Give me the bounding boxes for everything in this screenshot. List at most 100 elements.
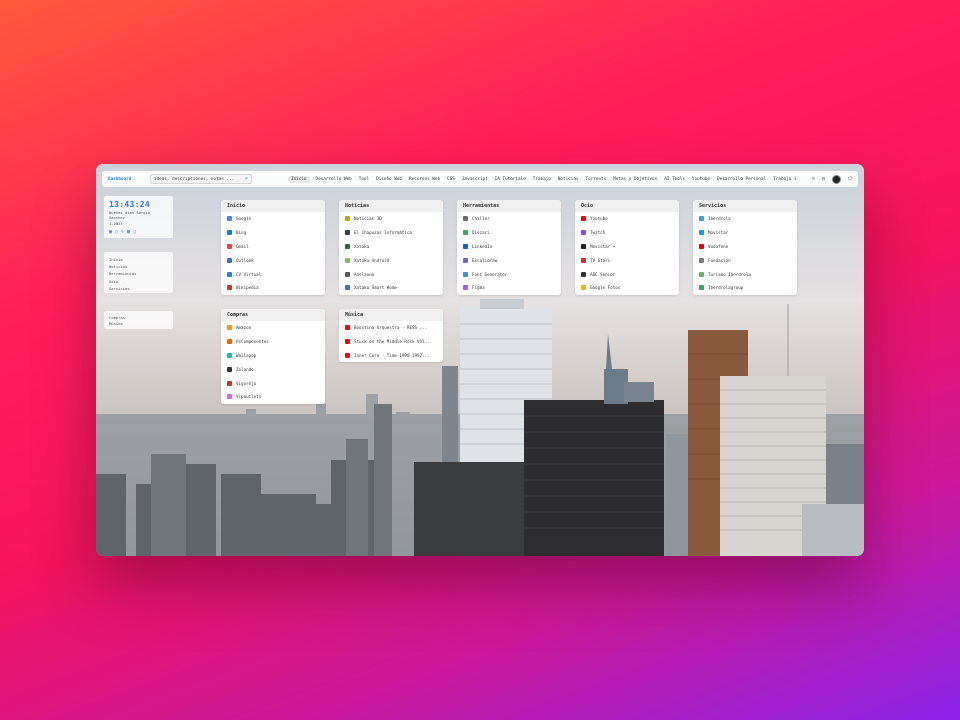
card-title: Ocio (575, 200, 679, 212)
brand-logo[interactable]: Dashboard (108, 177, 144, 182)
nav-link[interactable]: Torrents (585, 176, 608, 183)
edit-icon[interactable]: ✎ (121, 229, 124, 235)
search-box[interactable]: ⌕ (150, 174, 252, 184)
bookmark-icon[interactable]: ▯ (133, 229, 136, 235)
site-favicon-icon (699, 271, 704, 277)
link-item[interactable]: Movistar + (575, 240, 679, 254)
nav-link[interactable]: Desarrollo Web (315, 176, 353, 183)
section-link[interactable]: Noticias (109, 263, 168, 270)
link-label: Gmail (236, 243, 249, 249)
link-label: Zalando (236, 366, 254, 372)
link-item[interactable]: Xataka Smart Home (339, 281, 443, 295)
link-item[interactable]: Diezari (457, 226, 561, 240)
link-item[interactable]: Outlook (221, 253, 325, 267)
link-item[interactable]: Vipoutlets (221, 390, 325, 404)
link-item[interactable]: TV Stars (575, 253, 679, 267)
nav-link[interactable]: Recursos Web (408, 176, 441, 183)
link-item[interactable]: Figma (457, 281, 561, 295)
link-item[interactable]: Iberdrolagroup (693, 281, 797, 295)
link-item[interactable]: Wallapop (221, 349, 325, 363)
link-item[interactable]: PcComponentes (221, 335, 325, 349)
link-item[interactable]: Vodafone (693, 240, 797, 254)
image-icon[interactable]: ▦ (127, 229, 130, 235)
site-favicon-icon (581, 257, 586, 263)
section-link[interactable]: Herramientas (109, 270, 168, 277)
nav-link[interactable]: Trabajo (532, 176, 552, 183)
calendar-icon[interactable]: ▣ (109, 229, 112, 235)
nav-link[interactable]: CSS (446, 176, 456, 183)
link-label: Vodafone (708, 243, 729, 249)
link-item[interactable]: Xataka Android (339, 253, 443, 267)
nav-link[interactable]: Metas y Objetivos (612, 176, 658, 183)
link-card: Herramientas Chiller Diezari LinkedIn Excali… (457, 200, 561, 295)
nav-link[interactable]: Javascript (461, 176, 489, 183)
nav-link[interactable]: Desarrollo Personal (716, 176, 767, 183)
link-item[interactable]: Inner Core - Time 1990 1992... (339, 349, 443, 363)
nav-link[interactable]: Inicio (288, 175, 310, 183)
nav-link[interactable]: Noticias (557, 176, 580, 183)
link-item[interactable]: Stuck on the Middle Rock Vol... (339, 335, 443, 349)
card-title: Compras (221, 309, 325, 321)
link-item[interactable]: Google (221, 212, 325, 226)
link-item[interactable]: LinkedIn (457, 240, 561, 254)
link-label: ABC Senior (590, 271, 616, 277)
link-label: LinkedIn (472, 243, 493, 249)
site-favicon-icon (463, 271, 468, 277)
nav-link[interactable]: IA Tutoriale (494, 176, 527, 183)
note-icon[interactable]: ▢ (115, 229, 118, 235)
site-favicon-icon (581, 230, 586, 236)
site-favicon-icon (227, 285, 232, 291)
link-label: Wikipedia (236, 285, 259, 291)
link-item[interactable]: Vigoréjo (221, 376, 325, 390)
site-favicon-icon (227, 216, 232, 222)
section-link[interactable]: Servicios (109, 285, 168, 292)
link-item[interactable]: Fundación (693, 253, 797, 267)
layout-icon[interactable]: ▤ (822, 176, 825, 182)
section-link[interactable]: Inicio (109, 256, 168, 263)
link-label: Adslzone (354, 271, 375, 277)
link-item[interactable]: Wikipedia (221, 281, 325, 295)
link-label: Turismo Iberdrola (708, 271, 751, 277)
nav-link[interactable]: Trabajo i (772, 176, 797, 183)
link-item[interactable]: Movistar (693, 226, 797, 240)
link-item[interactable]: Twitch (575, 226, 679, 240)
site-favicon-icon (227, 230, 232, 236)
link-item[interactable]: ABC Senior (575, 267, 679, 281)
power-icon[interactable]: ⏻ (848, 176, 852, 182)
nav-link[interactable]: Diseño Web (375, 176, 403, 183)
avatar[interactable] (832, 174, 842, 184)
site-favicon-icon (345, 243, 350, 249)
settings-icon[interactable]: ⚙ (812, 176, 815, 182)
section-shortcuts-secondary: Compras Música (104, 311, 173, 329)
search-input[interactable] (154, 176, 242, 182)
link-item[interactable]: Gmail (221, 240, 325, 254)
link-item[interactable]: Zalando (221, 362, 325, 376)
site-favicon-icon (345, 230, 350, 236)
link-item[interactable]: Adslzone (339, 267, 443, 281)
link-label: Movistar (708, 230, 729, 236)
link-item[interactable]: Font Generator (457, 267, 561, 281)
search-icon[interactable]: ⌕ (245, 176, 248, 182)
link-label: Twitch (590, 230, 606, 236)
link-item[interactable]: Google Fotos (575, 281, 679, 295)
link-item[interactable]: Iberdrola (693, 212, 797, 226)
link-item[interactable]: Chiller (457, 212, 561, 226)
link-item[interactable]: CV Virtual (221, 267, 325, 281)
nav-link[interactable]: Youtube (691, 176, 711, 183)
link-label: Youtube (590, 216, 608, 222)
link-item[interactable]: Amazon (221, 321, 325, 335)
nav-link[interactable]: AI Tools (663, 176, 686, 183)
link-item[interactable]: El Chapuzas Informático (339, 226, 443, 240)
link-item[interactable]: Youtube (575, 212, 679, 226)
nav-link[interactable]: Tool (358, 176, 370, 183)
link-item[interactable]: Boostina Orquestra - RESS ... (339, 321, 443, 335)
link-item[interactable]: Noticias 3D (339, 212, 443, 226)
link-item[interactable]: Bing (221, 226, 325, 240)
link-label: Google (236, 216, 252, 222)
site-favicon-icon (227, 243, 232, 249)
section-link[interactable]: Ocio (109, 278, 168, 285)
link-item[interactable]: Xataka (339, 240, 443, 254)
section-link[interactable]: Música (109, 321, 168, 327)
link-item[interactable]: Excalidraw (457, 253, 561, 267)
link-item[interactable]: Turismo Iberdrola (693, 267, 797, 281)
